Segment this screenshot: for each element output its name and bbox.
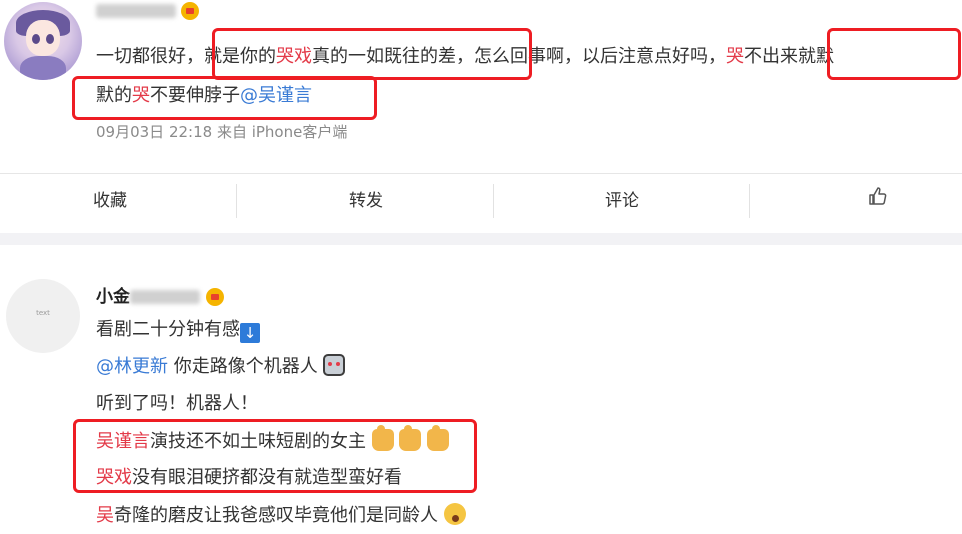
post-text-line-1: 看剧二十分钟有感 ↓ — [96, 318, 260, 343]
post-meta: 09月03日 22:18 来自 iPhone客户端 — [96, 123, 348, 141]
crown-icon — [205, 288, 224, 306]
text-segment: 不出来就默 — [744, 46, 834, 67]
mention-link[interactable]: @林更新 — [96, 356, 168, 377]
highlight-box — [827, 28, 961, 80]
post-text-line-5: 哭戏没有眼泪硬挤都没有就造型蛮好看 — [96, 467, 402, 488]
thumbs-up-emoji-icon — [399, 425, 422, 451]
text-segment: 不要伸脖子 — [150, 85, 240, 106]
text-segment: 哭戏 — [276, 46, 312, 67]
post-text-line-4: 吴谨言演技还不如土味短剧的女主 — [96, 425, 450, 454]
robot-emoji-icon — [323, 354, 346, 376]
divider — [0, 173, 962, 174]
username[interactable]: 小金 — [96, 282, 224, 307]
favorite-button[interactable]: 收藏 — [0, 186, 220, 211]
divider — [236, 184, 237, 218]
thumbs-up-icon — [869, 187, 887, 205]
text-segment: 哭 — [132, 85, 150, 106]
post-text-line-2: 默的哭不要伸脖子@吴谨言 — [96, 84, 312, 108]
text-segment: 一切都很好， — [96, 46, 204, 67]
section-gap — [0, 233, 962, 245]
text-segment: 真的一如既往的差， — [312, 46, 474, 67]
post-text-line-1: 一切都很好，就是你的哭戏真的一如既往的差，怎么回事啊，以后注意点好吗，哭不出来就… — [96, 45, 834, 69]
thumbs-up-emoji-icon — [371, 425, 394, 451]
post-text-line-6: 吴奇隆的磨皮让我爸感叹毕竟他们是同龄人 — [96, 503, 466, 528]
post-text-line-3: 听到了吗！机器人！ — [96, 393, 258, 414]
repost-button[interactable]: 转发 — [256, 186, 476, 211]
text-segment: 就是你的 — [204, 46, 276, 67]
like-button[interactable] — [768, 186, 962, 208]
shocked-face-emoji-icon — [443, 503, 466, 525]
text-segment: 怎么回事啊，以后注意点好吗， — [474, 46, 726, 67]
avatar[interactable] — [4, 2, 82, 80]
mention-link[interactable]: @吴谨言 — [240, 85, 312, 106]
username[interactable] — [96, 0, 200, 20]
thumbs-up-emoji-icon — [427, 425, 450, 451]
text-segment: 默的 — [96, 85, 132, 106]
avatar[interactable]: text — [6, 279, 80, 353]
divider — [749, 184, 750, 218]
comment-button[interactable]: 评论 — [512, 186, 732, 211]
text-segment: 哭 — [726, 46, 744, 67]
crown-icon — [181, 1, 200, 20]
post-text-line-2: @林更新 你走路像个机器人 — [96, 354, 346, 379]
divider — [493, 184, 494, 218]
arrow-down-icon: ↓ — [240, 323, 260, 343]
